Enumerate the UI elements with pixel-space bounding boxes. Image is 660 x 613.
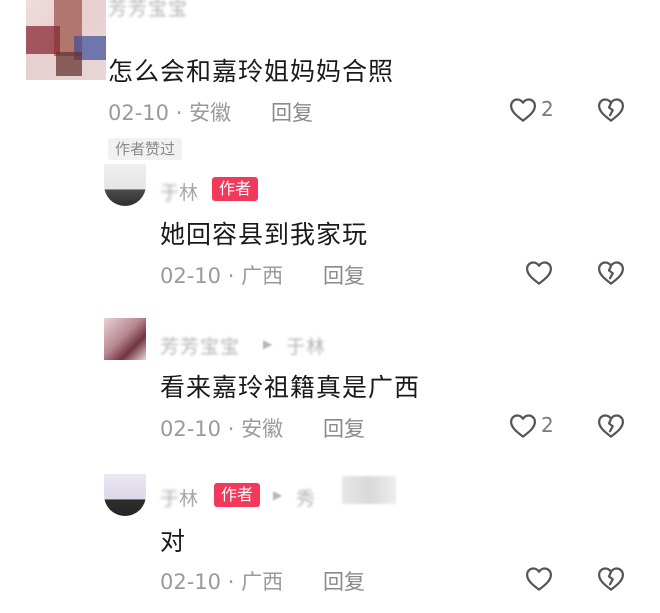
author-liked-badge: 作者赞过 <box>108 138 183 160</box>
reply-text: 对 <box>160 527 187 556</box>
reply-to-name[interactable]: 秀 <box>296 484 316 511</box>
reply-text: 她回容县到我家玩 <box>160 220 369 249</box>
reply-date: 02-10 <box>160 570 222 594</box>
meta-separator: · <box>227 417 235 441</box>
meta-separator: · <box>227 264 235 288</box>
heart-outline-icon[interactable] <box>508 95 538 125</box>
like-count: 2 <box>541 413 554 437</box>
reply-button[interactable]: 回复 <box>323 566 365 596</box>
reply-meta: 02-10 · 广西 <box>160 260 283 290</box>
avatar[interactable] <box>104 318 146 360</box>
reply-button[interactable]: 回复 <box>323 260 365 290</box>
reply-author[interactable]: 于林 <box>160 484 198 511</box>
avatar[interactable] <box>26 0 106 80</box>
reply-location: 安徽 <box>241 417 284 441</box>
comment-text: 怎么会和嘉玲姐妈妈合照 <box>108 57 395 86</box>
meta-separator: · <box>175 101 183 125</box>
reply-author[interactable]: 芳芳宝宝 <box>160 332 240 359</box>
reply-arrow-icon: ▶ <box>273 488 283 502</box>
reply-button[interactable]: 回复 <box>323 413 365 443</box>
reply-date: 02-10 <box>160 417 222 441</box>
reply-location: 广西 <box>241 570 284 594</box>
reply-meta: 02-10 · 安徽 <box>160 413 283 443</box>
broken-heart-icon[interactable] <box>596 95 626 125</box>
author-badge: 作者 <box>214 483 261 507</box>
reply-location: 广西 <box>241 264 284 288</box>
reply-meta: 02-10 · 广西 <box>160 566 283 596</box>
heart-outline-icon[interactable] <box>508 411 538 441</box>
avatar[interactable] <box>104 474 146 516</box>
reply-arrow-icon: ▶ <box>263 337 273 351</box>
comment-meta: 02-10 · 安徽 <box>108 97 231 127</box>
reply-button[interactable]: 回复 <box>271 97 313 127</box>
broken-heart-icon[interactable] <box>596 564 626 594</box>
broken-heart-icon[interactable] <box>596 411 626 441</box>
avatar[interactable] <box>104 164 146 206</box>
reply-date: 02-10 <box>160 264 222 288</box>
meta-separator: · <box>227 570 235 594</box>
author-badge: 作者 <box>212 177 259 201</box>
reply-to-name[interactable]: 于林 <box>286 332 326 359</box>
reply-author[interactable]: 于于林林 <box>160 178 198 205</box>
heart-outline-icon[interactable] <box>524 258 554 288</box>
reply-text: 看来嘉玲祖籍真是广西 <box>160 373 421 402</box>
heart-outline-icon[interactable] <box>524 564 554 594</box>
redacted-name-block <box>342 476 396 504</box>
comment-author[interactable]: 芳芳宝宝 <box>108 0 188 21</box>
comment-date: 02-10 <box>108 101 170 125</box>
comment-location: 安徽 <box>189 101 232 125</box>
broken-heart-icon[interactable] <box>596 258 626 288</box>
like-count: 2 <box>541 97 554 121</box>
